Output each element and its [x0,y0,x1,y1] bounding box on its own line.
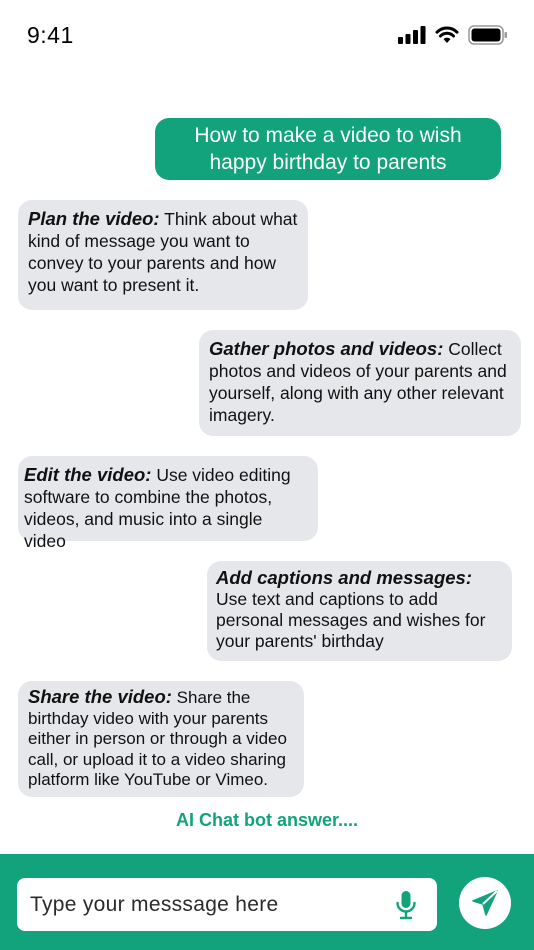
bot-message-captions: Add captions and messages: Use text and … [207,561,512,661]
typing-indicator: AI Chat bot answer.... [175,810,359,830]
message-input[interactable] [17,878,377,931]
bot-message-heading: Edit the video: [24,464,152,485]
bot-message-heading: Share the video: [28,686,172,707]
bot-message-heading: Plan the video: [28,208,160,229]
bot-message-body: Use text and captions to add personal me… [216,589,486,651]
send-icon [472,890,498,916]
composer-bar [0,854,534,950]
user-message: How to make a video to wish happy birthd… [155,118,501,180]
send-button[interactable] [459,877,511,929]
bot-message-share: Share the video: Share the birthday vide… [18,681,304,797]
bot-message-heading: Add captions and messages: [216,567,472,588]
chat-thread: How to make a video to wish happy birthd… [0,0,534,850]
message-input-container[interactable] [17,878,437,931]
bot-message-heading: Gather photos and videos: [209,338,444,359]
microphone-icon[interactable] [395,890,417,920]
bot-message-edit: Edit the video: Use video editing softwa… [18,456,318,551]
bot-message-plan: Plan the video: Think about what kind of… [18,200,308,310]
bot-message-gather: Gather photos and videos: Collect photos… [199,330,521,436]
user-message-text: How to make a video to wish happy birthd… [194,124,462,174]
